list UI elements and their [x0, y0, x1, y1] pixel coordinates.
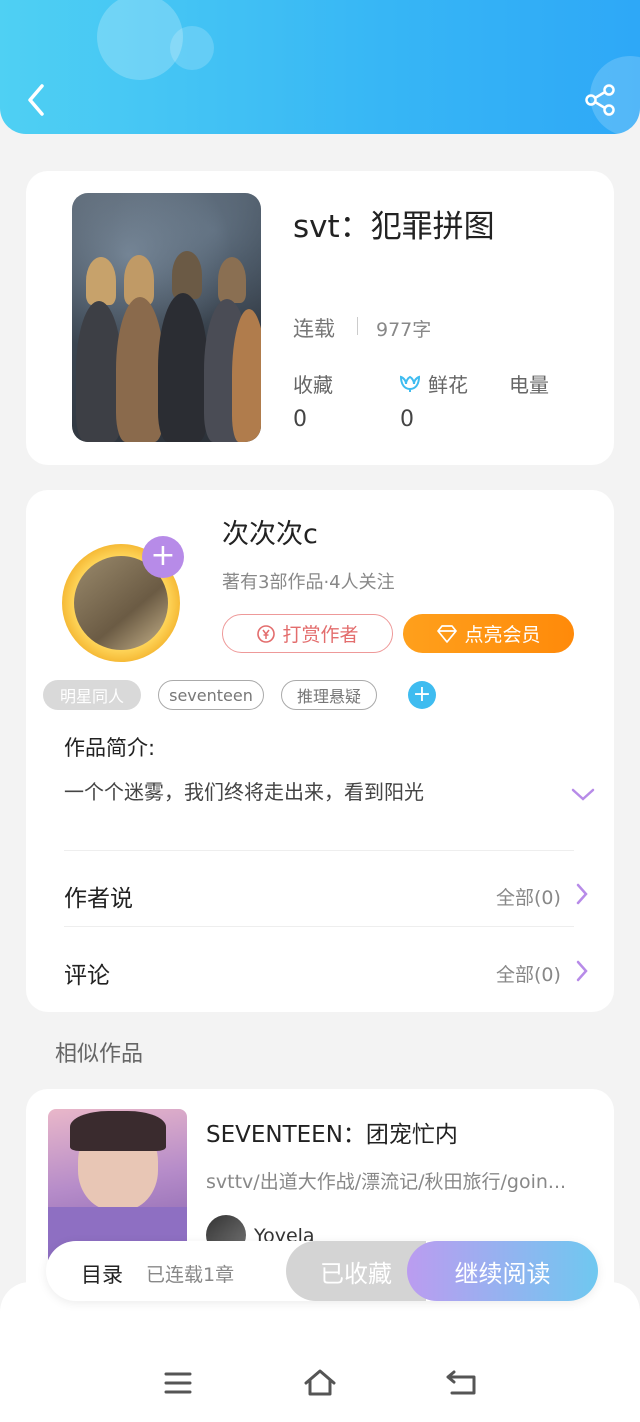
light-up-vip-label: 点亮会员: [464, 624, 541, 646]
add-tag-button[interactable]: +: [408, 681, 436, 709]
comments-label[interactable]: 评论: [64, 956, 110, 990]
word-count: 977字: [376, 319, 432, 341]
back-chevron-icon: [28, 84, 44, 116]
book-info-card: svt：犯罪拼图 连载 977字 收藏 0 鲜花 0 电量: [26, 171, 614, 465]
system-nav-bar: [0, 1282, 640, 1422]
stat-value-favorites: 0: [293, 407, 307, 432]
book-title: svt：犯罪拼图: [293, 209, 495, 245]
saved-button[interactable]: 已收藏: [286, 1241, 426, 1301]
flower-icon: [398, 369, 422, 393]
author-name[interactable]: 次次次c: [222, 512, 318, 551]
author-says-count[interactable]: 全部(0): [496, 883, 561, 910]
chapter-count: 已连载1章: [146, 1264, 235, 1286]
intro-label: 作品简介:: [64, 736, 156, 760]
chevron-right-icon[interactable]: [574, 882, 590, 906]
header-bubble: [170, 26, 214, 70]
stat-label-power: 电量: [509, 373, 549, 397]
serial-status: 连载: [293, 317, 335, 341]
author-says-label[interactable]: 作者说: [64, 879, 133, 913]
continue-reading-button[interactable]: 继续阅读: [407, 1241, 598, 1301]
yen-coin-icon: [257, 624, 276, 643]
home-icon[interactable]: [300, 1368, 340, 1398]
similar-work-title[interactable]: SEVENTEEN：团宠忙内: [206, 1115, 458, 1149]
tag-chip[interactable]: 推理悬疑: [281, 680, 377, 710]
back-button[interactable]: [18, 80, 54, 120]
divider: [357, 317, 358, 335]
chevron-right-icon[interactable]: [574, 959, 590, 983]
share-button[interactable]: [582, 82, 618, 118]
similar-works-heading: 相似作品: [55, 1042, 144, 1067]
divider: [64, 850, 574, 851]
comments-count[interactable]: 全部(0): [496, 960, 561, 987]
tag-chip[interactable]: 明星同人: [43, 680, 141, 710]
tip-author-label: 打赏作者: [282, 624, 359, 646]
intro-text: 一个个迷雾，我们终将走出来，看到阳光: [64, 780, 424, 804]
reading-action-bar: 目录 已连载1章 已收藏 继续阅读: [46, 1241, 598, 1301]
table-of-contents-button[interactable]: 目录: [81, 1259, 123, 1289]
top-header: [0, 0, 640, 134]
divider: [64, 926, 574, 927]
tag-chip[interactable]: seventeen: [158, 680, 264, 710]
follow-plus-button[interactable]: +: [142, 536, 184, 578]
author-meta: 著有3部作品·4人关注: [222, 572, 395, 593]
share-icon: [585, 84, 615, 116]
stat-label-flowers: 鲜花: [428, 373, 468, 397]
back-nav-icon[interactable]: [442, 1368, 482, 1398]
light-up-vip-button[interactable]: 点亮会员: [403, 614, 574, 653]
menu-icon[interactable]: [158, 1368, 198, 1398]
diamond-icon: [437, 624, 458, 643]
book-cover-image[interactable]: [72, 193, 261, 442]
header-bubble: [97, 0, 183, 80]
stat-label-favorites: 收藏: [293, 373, 333, 397]
author-card: + 次次次c 著有3部作品·4人关注 打赏作者 点亮会员 明星同人 sevent…: [26, 490, 614, 1012]
tip-author-button[interactable]: 打赏作者: [222, 614, 393, 653]
expand-chevron-icon[interactable]: [570, 786, 596, 804]
stat-value-flowers: 0: [400, 407, 414, 432]
similar-work-tags: svttv/出道大作战/漂流记/秋田旅行/goin...: [206, 1171, 567, 1193]
